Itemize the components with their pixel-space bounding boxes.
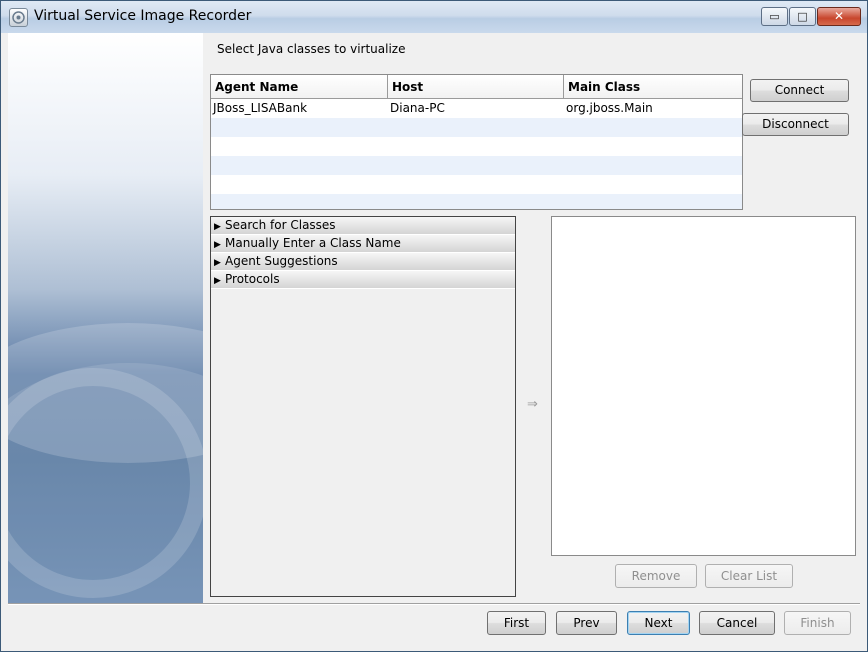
triangle-right-icon: ▶ <box>214 240 221 250</box>
empty-table-row <box>211 118 742 137</box>
arrow-right-icon[interactable]: ⇒ <box>527 397 538 412</box>
title-bar[interactable]: Virtual Service Image Recorder ▭ □ ✕ <box>1 1 867 33</box>
app-icon <box>9 8 28 27</box>
remove-button[interactable]: Remove <box>615 564 697 588</box>
accordion-label: Manually Enter a Class Name <box>225 236 401 250</box>
prev-button[interactable]: Prev <box>556 611 617 635</box>
maximize-button[interactable]: □ <box>789 7 816 26</box>
column-header-host[interactable]: Host <box>388 75 564 99</box>
class-selection-accordion: ▶ Search for Classes ▶ Manually Enter a Cl… <box>210 216 516 597</box>
maximize-icon: □ <box>797 10 808 23</box>
empty-table-row <box>211 137 742 156</box>
column-header-main-class[interactable]: Main Class <box>564 75 742 99</box>
accordion-search-for-classes[interactable]: ▶ Search for Classes <box>211 217 515 235</box>
close-icon: ✕ <box>833 9 845 23</box>
triangle-right-icon: ▶ <box>214 222 221 232</box>
accordion-label: Search for Classes <box>225 218 336 232</box>
connect-button[interactable]: Connect <box>750 79 849 102</box>
cancel-button[interactable]: Cancel <box>699 611 775 635</box>
next-button[interactable]: Next <box>627 611 690 635</box>
banner-reel-graphic <box>8 368 203 598</box>
agent-name-cell: JBoss_LISABank <box>213 101 308 115</box>
footer-divider-highlight <box>8 604 860 605</box>
close-button[interactable]: ✕ <box>817 7 861 26</box>
page-instruction: Select Java classes to virtualize <box>217 42 406 56</box>
minimize-button[interactable]: ▭ <box>761 7 788 26</box>
table-row[interactable]: JBoss_LISABank Diana-PC org.jboss.Main <box>211 99 742 118</box>
empty-table-row <box>211 194 742 209</box>
recorder-window: Virtual Service Image Recorder ▭ □ ✕ Sel… <box>0 0 868 652</box>
agents-table: Agent Name Host Main Class JBoss_LISABan… <box>210 74 743 210</box>
finish-button[interactable]: Finish <box>784 611 851 635</box>
minimize-icon: ▭ <box>769 10 780 23</box>
selected-classes-list[interactable] <box>551 216 856 556</box>
wizard-side-banner <box>8 33 203 603</box>
accordion-label: Agent Suggestions <box>225 254 338 268</box>
main-class-cell: org.jboss.Main <box>566 101 653 115</box>
empty-table-row <box>211 175 742 194</box>
accordion-label: Protocols <box>225 272 280 286</box>
triangle-right-icon: ▶ <box>214 276 221 286</box>
column-header-agent-name[interactable]: Agent Name <box>211 75 388 99</box>
triangle-right-icon: ▶ <box>214 258 221 268</box>
empty-table-row <box>211 156 742 175</box>
disconnect-button[interactable]: Disconnect <box>742 113 849 136</box>
table-header: Agent Name Host Main Class <box>211 75 742 99</box>
accordion-protocols[interactable]: ▶ Protocols <box>211 271 515 289</box>
window-title: Virtual Service Image Recorder <box>34 8 252 24</box>
accordion-agent-suggestions[interactable]: ▶ Agent Suggestions <box>211 253 515 271</box>
clear-list-button[interactable]: Clear List <box>705 564 793 588</box>
host-cell: Diana-PC <box>390 101 445 115</box>
first-button[interactable]: First <box>487 611 546 635</box>
accordion-manually-enter-class-name[interactable]: ▶ Manually Enter a Class Name <box>211 235 515 253</box>
